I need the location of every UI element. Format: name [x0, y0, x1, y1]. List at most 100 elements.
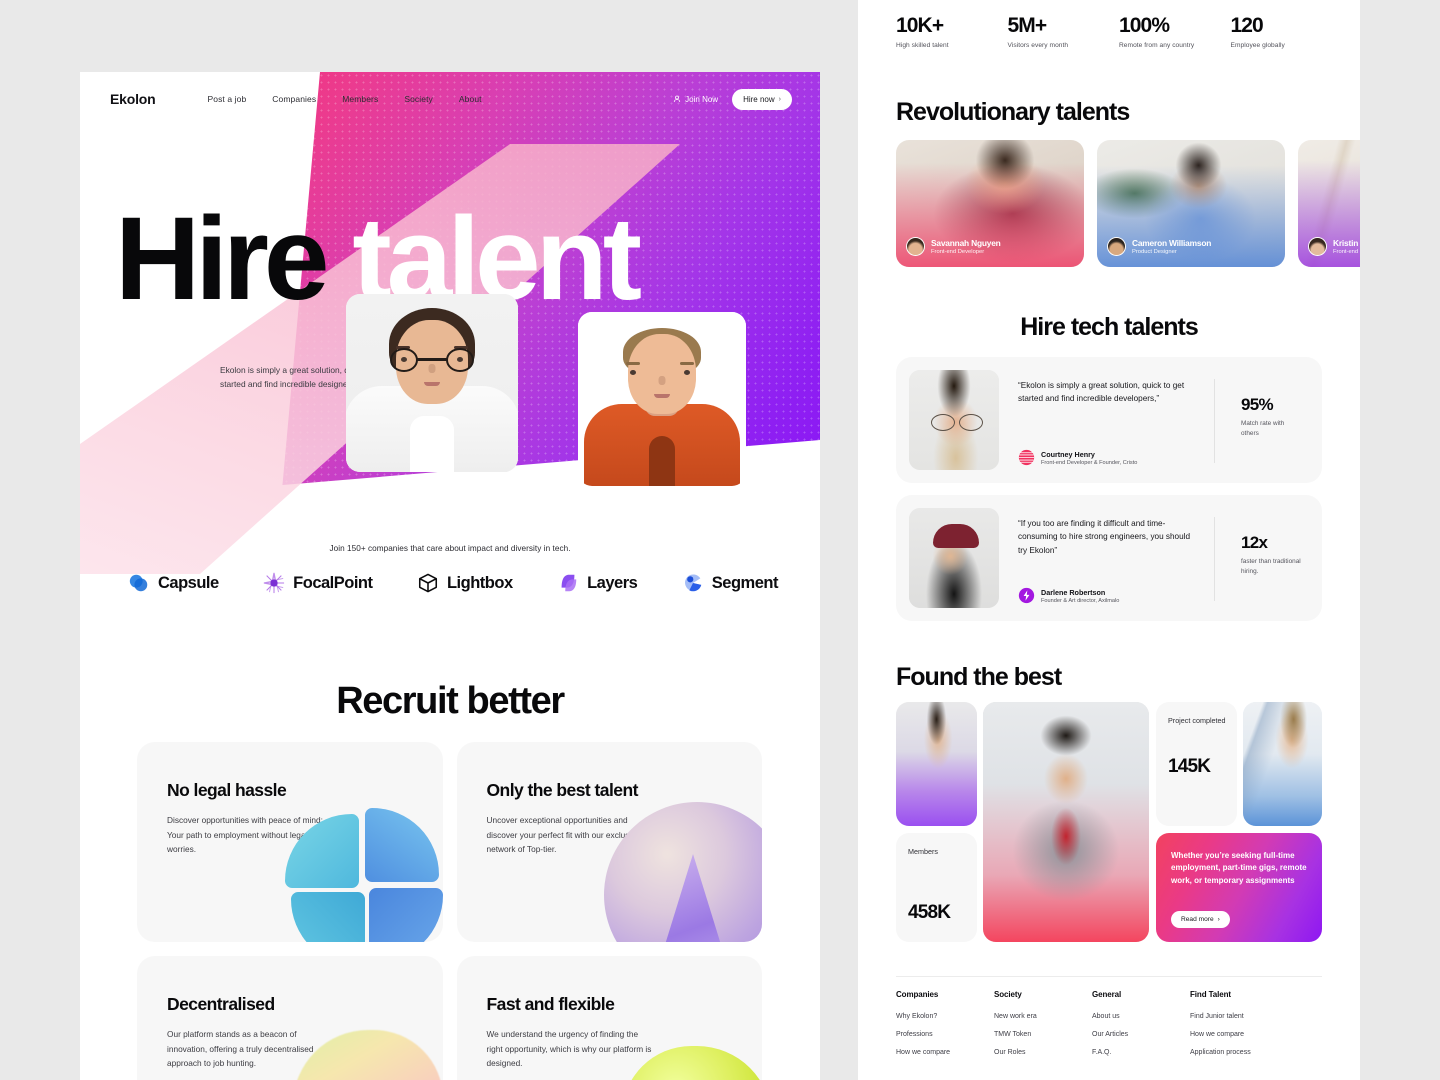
footer-link-professions[interactable]: Professions	[896, 1031, 994, 1038]
footer-link-application-process[interactable]: Application process	[1190, 1049, 1288, 1056]
stat-value: 5M+	[1007, 14, 1048, 37]
footer-link-how-we-compare[interactable]: How we compare	[1190, 1031, 1288, 1038]
stat-label: High skilled talent	[896, 42, 949, 49]
lightbox-icon	[417, 572, 439, 594]
brand-segment-label: Segment	[711, 573, 779, 592]
cristo-logo-icon	[1018, 449, 1035, 466]
hire-now-button[interactable]: Hire now ›	[732, 88, 792, 110]
members-stat-tile: Members 458K	[896, 833, 977, 942]
footer-heading: Find Talent	[1190, 990, 1231, 999]
feature-card-fast-and-flexible[interactable]: Fast and flexible We understand the urge…	[456, 956, 762, 1080]
recruit-better-title: Recruit better	[336, 680, 565, 722]
hire-now-label: Hire now	[743, 94, 775, 104]
talent-role: Front-end De	[1333, 249, 1360, 255]
stat-employee-globally: 120 Employee globally	[1231, 14, 1343, 49]
cta-promo-tile[interactable]: Whether you’re seeking full-time employm…	[1156, 833, 1322, 942]
join-now-label: Join Now	[685, 94, 719, 104]
footer-heading: General	[1092, 990, 1122, 999]
user-icon	[673, 95, 681, 103]
avatar	[1308, 237, 1327, 256]
testimonial-name: Darlene Robertson	[1041, 587, 1106, 597]
footer-link-find-junior-talent[interactable]: Find Junior talent	[1190, 1013, 1288, 1020]
nav-item-society[interactable]: Society	[404, 94, 433, 104]
found-the-best-title: Found the best	[896, 663, 1062, 691]
feature-card-title: Fast and flexible	[486, 994, 615, 1014]
testimonial-kpi: 12x faster than traditional hiring.	[1241, 533, 1303, 576]
avatar	[906, 237, 925, 256]
talent-card-meta: Kristin W Front-end De	[1308, 237, 1360, 256]
companies-tagline: Join 150+ companies that care about impa…	[329, 544, 571, 553]
gallery-tile-developer-purple[interactable]	[896, 702, 977, 826]
feature-card-title: Only the best talent	[486, 780, 639, 800]
talent-card-cameron-williamson[interactable]: Cameron Williamson Product Designer	[1097, 140, 1285, 267]
stat-label: Remote from any country	[1119, 42, 1195, 49]
nav-item-companies[interactable]: Companies	[272, 94, 316, 104]
footer-link-tmw-token[interactable]: TMW Token	[994, 1031, 1092, 1038]
main-navbar: Ekolon Post a job Companies Members Soci…	[80, 72, 820, 126]
testimonial-card-darlene-robertson[interactable]: “If you too are finding it difficult and…	[896, 495, 1322, 621]
found-the-best-grid: Members 458K Project completed 145K Whet…	[896, 702, 1322, 942]
talent-card-kristin-w[interactable]: Kristin W Front-end De	[1298, 140, 1360, 267]
nav-item-members[interactable]: Members	[342, 94, 378, 104]
revolutionary-talents-title: Revolutionary talents	[896, 98, 1130, 126]
footer-column-find-talent: Find Talent Find Junior talent How we co…	[1190, 990, 1288, 1067]
footer-link-our-roles[interactable]: Our Roles	[994, 1049, 1092, 1056]
testimonial-card-courtney-henry[interactable]: “Ekolon is simply a great solution, quic…	[896, 357, 1322, 483]
brand-capsule[interactable]: Capsule	[128, 572, 219, 594]
avatar	[1107, 237, 1126, 256]
brand-layers[interactable]: Layers	[557, 572, 638, 594]
project-completed-tile: Project completed 145K	[1156, 702, 1237, 826]
focalpoint-icon	[263, 572, 285, 594]
talent-name: Cameron Williamson	[1132, 238, 1212, 248]
company-logos-row: Capsule FocalPoint Lightbox Layers Segme…	[128, 572, 778, 594]
testimonial-role: Founder & Art director, Axilmalo	[1041, 597, 1120, 604]
talent-card-savannah-nguyen[interactable]: Savannah Nguyen Front-end Developer	[896, 140, 1084, 267]
brand-lightbox[interactable]: Lightbox	[417, 572, 513, 594]
feature-card-only-the-best-talent[interactable]: Only the best talent Uncover exceptional…	[456, 742, 762, 942]
brand-layers-label: Layers	[587, 573, 638, 592]
hero-headline-dark: Hire	[115, 193, 353, 325]
footer-link-new-work-era[interactable]: New work era	[994, 1013, 1092, 1020]
footer-link-faq[interactable]: F.A.Q.	[1092, 1049, 1190, 1056]
read-more-button[interactable]: Read more ›	[1171, 911, 1230, 928]
talent-card-meta: Savannah Nguyen Front-end Developer	[906, 237, 1001, 256]
footer-link-our-articles[interactable]: Our Articles	[1092, 1031, 1190, 1038]
nav-links: Post a job Companies Members Society Abo…	[207, 94, 481, 104]
nav-item-post-a-job[interactable]: Post a job	[207, 94, 246, 104]
footer-column-general: General About us Our Articles F.A.Q.	[1092, 990, 1190, 1067]
footer-heading: Society	[994, 990, 1022, 999]
site-footer: Companies Why Ekolon? Professions How we…	[896, 990, 1322, 1067]
gallery-tile-developer-blue[interactable]	[1243, 702, 1322, 826]
testimonial-photo	[909, 508, 999, 608]
join-now-link[interactable]: Join Now	[673, 95, 718, 104]
stats-row: 10K+ High skilled talent 5M+ Visitors ev…	[896, 14, 1342, 49]
feature-card-body: Our platform stands as a beacon of innov…	[167, 1029, 314, 1069]
layers-icon	[557, 572, 579, 594]
footer-link-about-us[interactable]: About us	[1092, 1013, 1190, 1020]
brand-focalpoint[interactable]: FocalPoint	[263, 572, 373, 594]
feature-card-body: We understand the urgency of finding the…	[486, 1029, 652, 1069]
kpi-label: faster than traditional hiring.	[1241, 558, 1301, 575]
testimonial-author: Darlene Robertson Founder & Art director…	[1018, 587, 1119, 604]
chevron-right-icon: ›	[1217, 916, 1220, 923]
stat-high-skilled-talent: 10K+ High skilled talent	[896, 14, 1008, 49]
hero-portrait-one	[346, 294, 518, 472]
kpi-value: 95%	[1241, 395, 1274, 414]
feature-card-no-legal-hassle[interactable]: No legal hassle Discover opportunities w…	[137, 742, 443, 942]
gallery-tile-businessman[interactable]	[983, 702, 1149, 942]
footer-link-how-we-compare[interactable]: How we compare	[896, 1049, 994, 1056]
stat-label: Employee globally	[1230, 42, 1285, 49]
talent-card-meta: Cameron Williamson Product Designer	[1107, 237, 1211, 256]
nav-item-about[interactable]: About	[459, 94, 482, 104]
brand-segment[interactable]: Segment	[682, 572, 778, 594]
talent-role: Front-end Developer	[931, 249, 985, 255]
feature-card-decentralised[interactable]: Decentralised Our platform stands as a b…	[137, 956, 443, 1080]
brand-logo[interactable]: Ekolon	[110, 91, 156, 107]
footer-heading: Companies	[896, 990, 939, 999]
recruit-cards-grid: No legal hassle Discover opportunities w…	[137, 742, 762, 1080]
footer-link-why-ekolon[interactable]: Why Ekolon?	[896, 1013, 994, 1020]
talent-cards-carousel[interactable]: Savannah Nguyen Front-end Developer Came…	[896, 140, 1360, 267]
talent-name: Kristin W	[1333, 238, 1360, 248]
divider	[1214, 517, 1215, 601]
footer-column-society: Society New work era TMW Token Our Roles	[994, 990, 1092, 1067]
